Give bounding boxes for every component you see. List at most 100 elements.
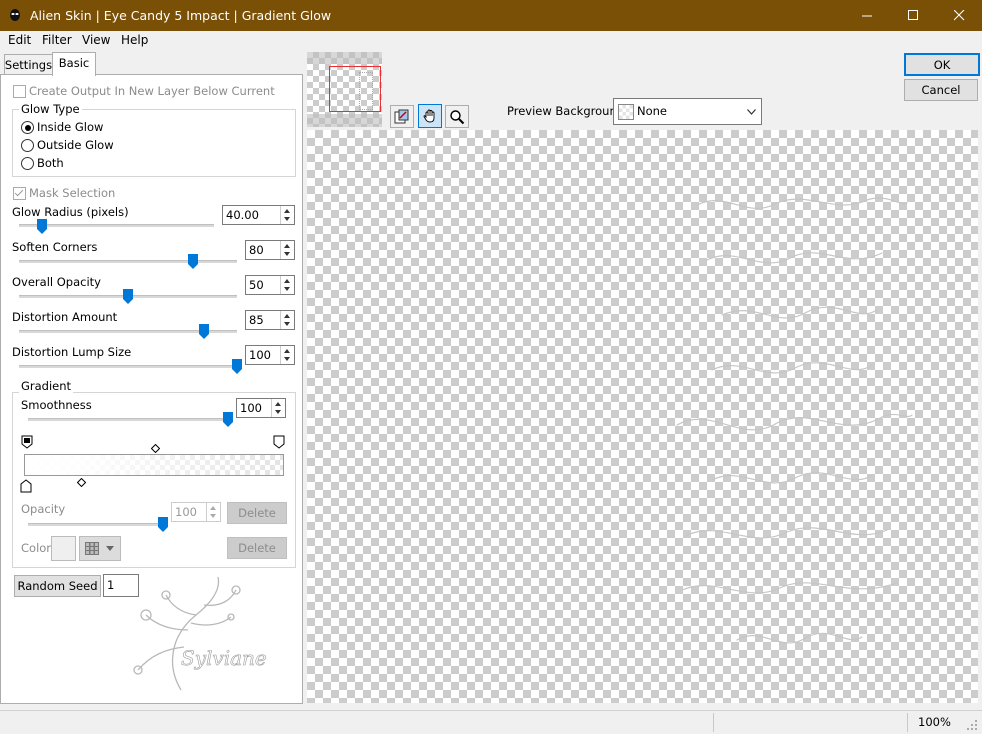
overall-opacity-value: 50: [249, 278, 264, 292]
menu-help[interactable]: Help: [121, 33, 148, 47]
spin-up-icon[interactable]: [284, 244, 290, 248]
spin-up-icon[interactable]: [275, 402, 281, 406]
basic-settings-panel: Create Output In New Layer Below Current…: [0, 74, 303, 704]
transparent-swatch-icon: [618, 104, 634, 120]
distortion-lump-size-spinbox[interactable]: 100: [245, 345, 295, 365]
overall-opacity-thumb[interactable]: [123, 289, 133, 304]
opacity-midpoint-icon[interactable]: [77, 478, 86, 487]
outside-glow-label: Outside Glow: [37, 138, 114, 152]
alien-skin-app-icon: [10, 9, 20, 21]
title-bar: Alien Skin | Eye Candy 5 Impact | Gradie…: [0, 0, 982, 31]
gradient-title: Gradient: [19, 379, 74, 393]
overall-opacity-label: Overall Opacity: [12, 275, 101, 289]
color-midpoint-icon[interactable]: [151, 444, 160, 453]
glow-radius-thumb[interactable]: [37, 219, 48, 234]
distortion-amount-thumb[interactable]: [199, 324, 210, 339]
spin-down-icon[interactable]: [284, 287, 290, 291]
smoothness-thumb[interactable]: [223, 412, 233, 427]
delete-opacity-button[interactable]: Delete: [227, 502, 287, 524]
maximize-button[interactable]: [890, 0, 936, 31]
chevron-down-icon: [747, 109, 756, 115]
spin-up-icon[interactable]: [284, 349, 290, 353]
hand-tool-button[interactable]: [418, 104, 442, 128]
create-output-checkbox[interactable]: [13, 85, 26, 98]
opacity-spinbox[interactable]: 100: [171, 502, 221, 522]
soften-corners-spinbox[interactable]: 80: [245, 240, 295, 260]
random-seed-button[interactable]: Random Seed: [14, 575, 101, 597]
delete-color-label: Delete: [238, 541, 276, 555]
soften-corners-track[interactable]: [19, 260, 237, 263]
smoothness-track[interactable]: [28, 418, 228, 421]
opacity-track[interactable]: [28, 523, 163, 526]
distortion-amount-value: 85: [249, 313, 264, 327]
menu-edit[interactable]: Edit: [8, 33, 31, 47]
spin-down-icon[interactable]: [284, 357, 290, 361]
glow-radius-value: 40.00: [226, 208, 259, 222]
color-swatch[interactable]: [51, 536, 76, 561]
smoothness-spinbox[interactable]: 100: [236, 398, 286, 418]
random-seed-label: Random Seed: [17, 579, 98, 593]
overall-opacity-spinbox[interactable]: 50: [245, 275, 295, 295]
color-picker-dropdown[interactable]: [79, 536, 121, 561]
menu-bar: Edit Filter View Help: [0, 31, 982, 51]
opacity-thumb[interactable]: [158, 517, 168, 532]
zoom-tool-button[interactable]: [445, 105, 469, 128]
zoom-level: 100%: [918, 715, 951, 729]
palette-grid-icon: [85, 542, 99, 555]
opacity-value: 100: [175, 505, 197, 519]
ok-button[interactable]: OK: [904, 53, 980, 76]
glow-radius-spinbox[interactable]: 40.00: [222, 205, 295, 225]
spin-down-icon[interactable]: [284, 252, 290, 256]
opacity-label: Opacity: [21, 502, 66, 516]
soften-corners-thumb[interactable]: [188, 254, 199, 269]
close-icon: [953, 10, 964, 21]
distortion-lump-size-value: 100: [249, 348, 271, 362]
color-stop-white-icon[interactable]: [273, 435, 285, 449]
inside-glow-label: Inside Glow: [37, 120, 104, 134]
color-stop-black-icon[interactable]: [21, 435, 33, 449]
distortion-amount-label: Distortion Amount: [12, 310, 118, 324]
gradient-preview-bar[interactable]: [24, 454, 284, 476]
spin-down-icon[interactable]: [284, 322, 290, 326]
glow-radius-track[interactable]: [19, 224, 214, 227]
radio-inside-glow[interactable]: [21, 121, 34, 134]
glow-radius-label: Glow Radius (pixels): [12, 205, 129, 219]
tab-basic[interactable]: Basic: [52, 52, 96, 76]
spin-up-icon[interactable]: [210, 506, 216, 510]
resize-grip-icon[interactable]: [966, 719, 978, 731]
tab-settings[interactable]: Settings: [4, 54, 53, 75]
minimize-button[interactable]: [844, 0, 890, 31]
delete-color-button[interactable]: Delete: [227, 537, 287, 559]
distortion-lump-size-thumb[interactable]: [232, 359, 242, 374]
spin-up-icon[interactable]: [284, 314, 290, 318]
distortion-amount-spinbox[interactable]: 85: [245, 310, 295, 330]
soften-corners-value: 80: [249, 243, 264, 257]
both-label: Both: [37, 156, 64, 170]
close-button[interactable]: [936, 0, 982, 31]
radio-outside-glow[interactable]: [21, 139, 34, 152]
spin-down-icon[interactable]: [284, 217, 290, 221]
navigator-viewport-frame[interactable]: [329, 66, 381, 112]
preview-background-label: Preview Background:: [507, 104, 628, 118]
tab-basic-label: Basic: [58, 55, 90, 70]
zoom-fit-button[interactable]: [390, 105, 414, 128]
distortion-lump-size-track[interactable]: [19, 365, 237, 368]
mask-selection-checkbox[interactable]: [13, 187, 26, 200]
radio-both[interactable]: [21, 157, 34, 170]
spin-up-icon[interactable]: [284, 279, 290, 283]
spin-down-icon[interactable]: [210, 514, 216, 518]
status-bar: 100%: [0, 710, 982, 734]
preview-background-select[interactable]: None: [613, 98, 762, 125]
color-label: Color: [21, 541, 52, 555]
spin-up-icon[interactable]: [284, 209, 290, 213]
preview-canvas[interactable]: [307, 130, 978, 703]
navigator-thumbnail[interactable]: [307, 52, 382, 127]
hand-pan-icon: [423, 109, 435, 123]
menu-filter[interactable]: Filter: [42, 33, 72, 47]
menu-view[interactable]: View: [82, 33, 110, 47]
chevron-down-icon: [106, 546, 114, 551]
spin-down-icon[interactable]: [275, 410, 281, 414]
soften-corners-label: Soften Corners: [12, 240, 98, 254]
cancel-button[interactable]: Cancel: [904, 79, 978, 101]
opacity-stop-icon[interactable]: [20, 479, 32, 493]
